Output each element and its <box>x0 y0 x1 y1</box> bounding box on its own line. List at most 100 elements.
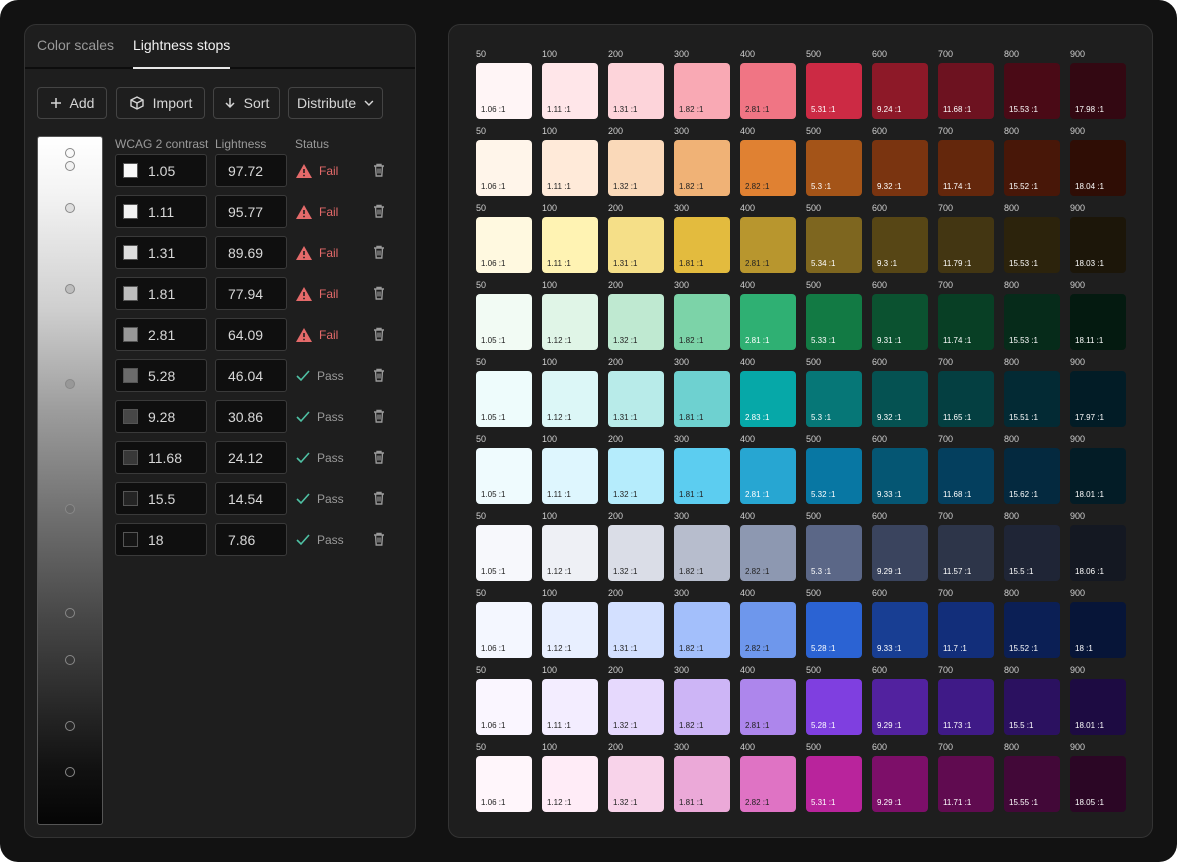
color-swatch[interactable]: 1.11 :1 <box>542 679 598 735</box>
color-swatch[interactable]: 11.65 :1 <box>938 371 994 427</box>
color-swatch[interactable]: 1.32 :1 <box>608 294 664 350</box>
trash-icon[interactable] <box>371 490 387 506</box>
lightness-stop-handle[interactable] <box>65 608 75 619</box>
trash-icon[interactable] <box>371 285 387 301</box>
lightness-input[interactable]: 46.04 <box>215 359 287 392</box>
color-swatch[interactable]: 1.31 :1 <box>608 63 664 119</box>
color-swatch[interactable]: 11.74 :1 <box>938 294 994 350</box>
lightness-input[interactable]: 95.77 <box>215 195 287 228</box>
color-swatch[interactable]: 5.3 :1 <box>806 525 862 581</box>
lightness-input[interactable]: 89.69 <box>215 236 287 269</box>
color-swatch[interactable]: 5.3 :1 <box>806 371 862 427</box>
color-swatch[interactable]: 11.73 :1 <box>938 679 994 735</box>
color-swatch[interactable]: 9.29 :1 <box>872 756 928 812</box>
color-swatch[interactable]: 1.12 :1 <box>542 371 598 427</box>
color-swatch[interactable]: 18.01 :1 <box>1070 679 1126 735</box>
color-swatch[interactable]: 1.31 :1 <box>608 371 664 427</box>
color-swatch[interactable]: 18.01 :1 <box>1070 448 1126 504</box>
color-swatch[interactable]: 1.32 :1 <box>608 756 664 812</box>
color-swatch[interactable]: 18.11 :1 <box>1070 294 1126 350</box>
color-swatch[interactable]: 11.7 :1 <box>938 602 994 658</box>
color-swatch[interactable]: 9.3 :1 <box>872 217 928 273</box>
color-swatch[interactable]: 1.81 :1 <box>674 448 730 504</box>
color-swatch[interactable]: 1.32 :1 <box>608 140 664 196</box>
sort-button[interactable]: Sort <box>213 87 280 119</box>
lightness-stop-handle[interactable] <box>65 654 75 665</box>
color-swatch[interactable]: 9.29 :1 <box>872 679 928 735</box>
trash-icon[interactable] <box>371 531 387 547</box>
contrast-input[interactable]: 18 <box>115 523 207 556</box>
lightness-stop-handle[interactable] <box>65 503 75 514</box>
color-swatch[interactable]: 1.31 :1 <box>608 602 664 658</box>
color-swatch[interactable]: 1.05 :1 <box>476 371 532 427</box>
tab-color-scales[interactable]: Color scales <box>37 37 114 69</box>
color-swatch[interactable]: 1.05 :1 <box>476 294 532 350</box>
contrast-input[interactable]: 1.11 <box>115 195 207 228</box>
lightness-stop-handle[interactable] <box>65 161 75 172</box>
color-swatch[interactable]: 1.81 :1 <box>674 217 730 273</box>
trash-icon[interactable] <box>371 326 387 342</box>
color-swatch[interactable]: 5.31 :1 <box>806 756 862 812</box>
color-swatch[interactable]: 9.24 :1 <box>872 63 928 119</box>
lightness-input[interactable]: 30.86 <box>215 400 287 433</box>
color-swatch[interactable]: 5.31 :1 <box>806 63 862 119</box>
tab-lightness-stops[interactable]: Lightness stops <box>133 37 231 69</box>
color-swatch[interactable]: 11.79 :1 <box>938 217 994 273</box>
color-swatch[interactable]: 15.53 :1 <box>1004 63 1060 119</box>
color-swatch[interactable]: 9.29 :1 <box>872 525 928 581</box>
contrast-input[interactable]: 1.05 <box>115 154 207 187</box>
color-swatch[interactable]: 2.81 :1 <box>740 217 796 273</box>
color-swatch[interactable]: 1.32 :1 <box>608 448 664 504</box>
color-swatch[interactable]: 5.33 :1 <box>806 294 862 350</box>
color-swatch[interactable]: 15.53 :1 <box>1004 294 1060 350</box>
color-swatch[interactable]: 18.06 :1 <box>1070 525 1126 581</box>
color-swatch[interactable]: 1.82 :1 <box>674 602 730 658</box>
color-swatch[interactable]: 1.81 :1 <box>674 371 730 427</box>
color-swatch[interactable]: 1.82 :1 <box>674 294 730 350</box>
color-swatch[interactable]: 1.11 :1 <box>542 217 598 273</box>
color-swatch[interactable]: 11.57 :1 <box>938 525 994 581</box>
color-swatch[interactable]: 9.32 :1 <box>872 371 928 427</box>
color-swatch[interactable]: 1.82 :1 <box>674 525 730 581</box>
lightness-input[interactable]: 7.86 <box>215 523 287 556</box>
lightness-stop-handle[interactable] <box>65 379 75 390</box>
color-swatch[interactable]: 1.06 :1 <box>476 679 532 735</box>
color-swatch[interactable]: 15.62 :1 <box>1004 448 1060 504</box>
color-swatch[interactable]: 5.3 :1 <box>806 140 862 196</box>
color-swatch[interactable]: 2.82 :1 <box>740 140 796 196</box>
lightness-input[interactable]: 24.12 <box>215 441 287 474</box>
color-swatch[interactable]: 1.11 :1 <box>542 140 598 196</box>
lightness-input[interactable]: 64.09 <box>215 318 287 351</box>
color-swatch[interactable]: 2.83 :1 <box>740 371 796 427</box>
color-swatch[interactable]: 5.28 :1 <box>806 679 862 735</box>
color-swatch[interactable]: 2.81 :1 <box>740 448 796 504</box>
color-swatch[interactable]: 1.06 :1 <box>476 217 532 273</box>
color-swatch[interactable]: 1.06 :1 <box>476 602 532 658</box>
color-swatch[interactable]: 11.74 :1 <box>938 140 994 196</box>
color-swatch[interactable]: 5.32 :1 <box>806 448 862 504</box>
trash-icon[interactable] <box>371 449 387 465</box>
color-swatch[interactable]: 2.81 :1 <box>740 294 796 350</box>
color-swatch[interactable]: 5.28 :1 <box>806 602 862 658</box>
color-swatch[interactable]: 2.82 :1 <box>740 602 796 658</box>
color-swatch[interactable]: 1.11 :1 <box>542 63 598 119</box>
color-swatch[interactable]: 2.82 :1 <box>740 525 796 581</box>
color-swatch[interactable]: 1.06 :1 <box>476 63 532 119</box>
color-swatch[interactable]: 9.33 :1 <box>872 602 928 658</box>
lightness-stop-handle[interactable] <box>65 720 75 731</box>
color-swatch[interactable]: 2.82 :1 <box>740 756 796 812</box>
color-swatch[interactable]: 9.33 :1 <box>872 448 928 504</box>
color-swatch[interactable]: 15.55 :1 <box>1004 756 1060 812</box>
color-swatch[interactable]: 1.32 :1 <box>608 525 664 581</box>
color-swatch[interactable]: 18 :1 <box>1070 602 1126 658</box>
color-swatch[interactable]: 1.82 :1 <box>674 679 730 735</box>
color-swatch[interactable]: 2.81 :1 <box>740 679 796 735</box>
color-swatch[interactable]: 15.51 :1 <box>1004 371 1060 427</box>
lightness-input[interactable]: 97.72 <box>215 154 287 187</box>
trash-icon[interactable] <box>371 244 387 260</box>
contrast-input[interactable]: 5.28 <box>115 359 207 392</box>
trash-icon[interactable] <box>371 203 387 219</box>
color-swatch[interactable]: 1.32 :1 <box>608 679 664 735</box>
color-swatch[interactable]: 15.53 :1 <box>1004 217 1060 273</box>
color-swatch[interactable]: 1.12 :1 <box>542 602 598 658</box>
